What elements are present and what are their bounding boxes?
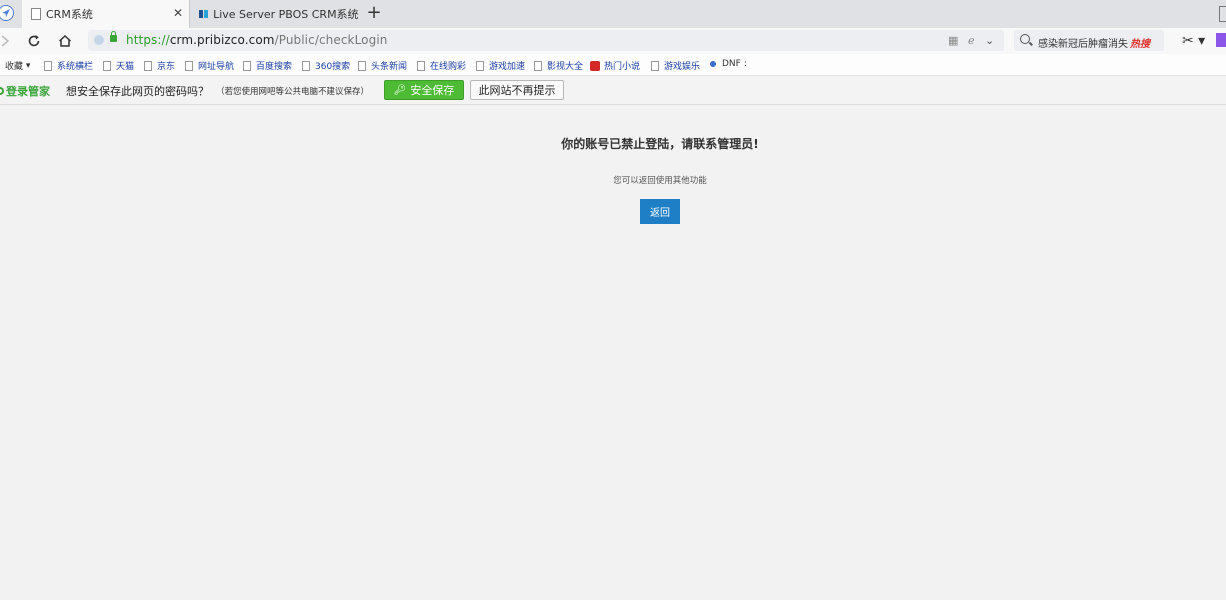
bookmark-favorites[interactable]: 收藏 ▾ [5, 59, 30, 73]
bookmark-bar: 收藏 ▾ 系统横栏 天猫 京东 网址导航 百度搜索 360搜索 头条新闻 在线购… [0, 54, 1226, 76]
back-button[interactable]: 返回 [640, 199, 680, 224]
page-icon [302, 60, 310, 71]
ie-mode-icon[interactable]: ℯ [968, 34, 975, 47]
page-icon [144, 60, 152, 71]
bookmark-item[interactable]: 网址导航 [185, 59, 234, 72]
site-info-icon[interactable] [94, 35, 104, 45]
page-icon [651, 60, 659, 71]
tab-crm[interactable]: CRM系统 ✕ [22, 0, 190, 28]
bookmark-item[interactable]: DNF : [708, 59, 747, 69]
paw-icon [708, 59, 718, 69]
bookmark-item[interactable]: 系统横栏 [44, 59, 93, 72]
tab-strip: CRM系统 ✕ Live Server PBOS CRM系统Re + [0, 0, 1226, 28]
page-icon [185, 60, 193, 71]
url-path: /Public/checkLogin [274, 33, 388, 47]
qr-code-icon[interactable]: ▦ [948, 34, 958, 47]
bookmark-item[interactable]: 头条新闻 [358, 59, 407, 72]
url-host: crm.pribizco.com [169, 33, 275, 47]
hot-search-badge: 热搜 [1130, 39, 1150, 50]
tab-title: CRM系统 [46, 8, 93, 21]
tab-title: Live Server PBOS CRM系统Re [213, 8, 358, 21]
bookmark-item[interactable]: 360搜索 [302, 59, 350, 72]
never-prompt-button[interactable]: 此网站不再提示 [470, 80, 564, 100]
public-computer-note: （若您使用网吧等公共电脑不建议保存） [216, 87, 370, 97]
bookmark-item[interactable]: 热门小说 [590, 59, 640, 72]
url-scheme: https:// [126, 33, 170, 47]
page-icon [358, 60, 366, 71]
account-disabled-message: 你的账号已禁止登陆，请联系管理员! [561, 137, 759, 151]
page-content: 你的账号已禁止登陆，请联系管理员! 您可以返回使用其他功能 返回 [0, 105, 1226, 600]
bookmark-item[interactable]: 影视大全 [534, 59, 583, 72]
page-icon [44, 60, 52, 71]
search-box[interactable]: 感染新冠后肿瘤消失 热搜 [1014, 30, 1164, 51]
search-icon [1020, 34, 1030, 44]
url-text[interactable]: https://crm.pribizco.com/Public/checkLog… [126, 33, 387, 47]
safe-save-button[interactable]: 🔑︎ 安全保存 [384, 80, 464, 100]
key-icon: 🔑︎ [393, 84, 407, 96]
extension-icon[interactable] [1216, 33, 1226, 47]
forward-icon[interactable] [0, 32, 14, 50]
close-tab-icon[interactable]: ✕ [173, 7, 183, 19]
bookmark-item[interactable]: 天猫 [103, 59, 134, 72]
bookmark-item[interactable]: 在线购彩 [417, 59, 466, 72]
tab-live-server[interactable]: Live Server PBOS CRM系统Re [190, 0, 358, 28]
page-icon [534, 60, 542, 71]
login-manager-icon [0, 87, 4, 95]
page-icon [476, 60, 484, 71]
browser-logo-icon[interactable] [0, 5, 14, 21]
bookmark-item[interactable]: 百度搜索 [243, 59, 292, 72]
reload-icon[interactable] [25, 32, 43, 50]
home-icon[interactable] [56, 32, 74, 50]
toolbar: https://crm.pribizco.com/Public/checkLog… [0, 28, 1226, 54]
bookmark-item[interactable]: 游戏加速 [476, 59, 525, 72]
page-icon [31, 8, 41, 20]
lock-icon[interactable] [110, 31, 117, 42]
return-hint: 您可以返回使用其他功能 [613, 176, 707, 186]
bookmark-item[interactable]: 游戏娱乐 [651, 59, 700, 72]
new-tab-button[interactable]: + [364, 3, 384, 23]
bookmark-item[interactable]: 京东 [144, 59, 175, 72]
search-query: 感染新冠后肿瘤消失 [1038, 39, 1128, 50]
page-icon [417, 60, 425, 71]
window-edge [1219, 6, 1226, 22]
login-manager-label: 登录管家 [0, 83, 50, 99]
page-icon [103, 60, 111, 71]
address-bar[interactable]: https://crm.pribizco.com/Public/checkLog… [88, 30, 1004, 51]
pbos-favicon-icon [199, 10, 209, 18]
chevron-down-icon[interactable]: ⌄ [985, 34, 994, 47]
save-password-question: 想安全保存此网页的密码吗？ [66, 85, 209, 98]
page-icon [243, 60, 251, 71]
novel-icon [590, 60, 600, 71]
scissors-icon[interactable]: ✂ ▾ [1182, 33, 1205, 49]
password-save-bar: 登录管家 想安全保存此网页的密码吗？ （若您使用网吧等公共电脑不建议保存） 🔑︎… [0, 76, 1226, 105]
